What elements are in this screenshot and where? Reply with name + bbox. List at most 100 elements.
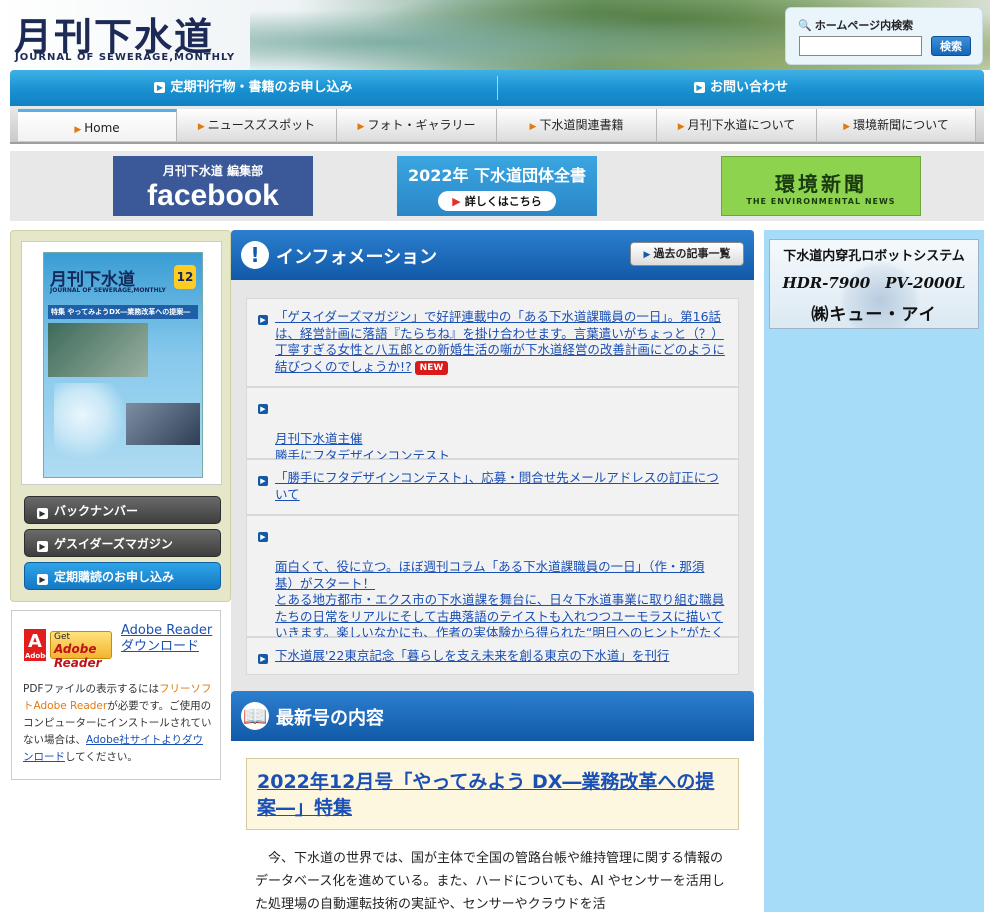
adobe-reader-box: A Adobe Get Adobe Reader Adobe Reader ダウン… — [11, 610, 221, 780]
search-label: 🔍 ホームページ内検索 — [798, 17, 913, 33]
triangle-right-icon: ▶ — [74, 125, 82, 135]
cover-frame: 月刊下水道 JOURNAL OF SEWERAGE,MONTHLY 12 特集 … — [21, 241, 222, 485]
information-title: インフォメーション — [276, 247, 438, 268]
latest-issue-title: 最新号の内容 — [276, 708, 384, 729]
info-link[interactable]: 「ゲスイダーズマガジン」で好評連載中の「ある下水道課職員の一日」。第16話は、経… — [275, 309, 725, 374]
main-nav: ▶ Home ▶ ニュースズスポット ▶ フォト・ギャラリー ▶ 下水道関連書籍 ▶ 月刊… — [10, 106, 984, 144]
triangle-right-icon: ▶ — [197, 122, 205, 132]
info-link[interactable]: 「勝手にフタデザインコンテスト」、応募・問合せ先メールアドレスの訂正について — [275, 470, 719, 502]
open-book-icon: 📖 — [241, 702, 269, 730]
arrow-right-icon: ▶ — [258, 476, 268, 486]
triangle-right-icon: ▶ — [529, 122, 537, 132]
facebook-banner-logo: facebook — [147, 179, 279, 212]
facebook-banner-caption: 月刊下水道 編集部 — [162, 164, 264, 178]
topbar-contact-link[interactable]: ▶ お問い合わせ — [498, 70, 984, 106]
cover-subtitle: JOURNAL OF SEWERAGE,MONTHLY — [50, 287, 166, 294]
search-icon: 🔍 — [798, 19, 812, 32]
dantai-directory-banner[interactable]: 2022年 下水道団体全書 ▶ 詳しくはこちら — [397, 156, 597, 216]
latest-issue-cover[interactable]: 月刊下水道 JOURNAL OF SEWERAGE,MONTHLY 12 特集 … — [43, 252, 203, 478]
subscription-button[interactable]: ▶ 定期購読のお申し込み — [24, 562, 221, 590]
top-menu-bar: ▶ 定期刊行物・書籍のお申し込み ▶ お問い合わせ — [10, 70, 984, 106]
past-articles-label: 過去の記事一覧 — [653, 247, 731, 260]
arrow-right-icon: ▶ — [258, 315, 268, 325]
kankyo-banner-title: 環境新聞 — [775, 172, 867, 196]
list-item: ▶ 面白くて、役に立つ。ほぼ週刊コラム「ある下水道課職員の一日」（作・那須 基）… — [246, 515, 739, 657]
feature-title-link[interactable]: 2022年12月号「やってみよう DX―業務改革への提案―」特集 — [257, 769, 727, 821]
arrow-right-icon: ▶ — [37, 508, 48, 519]
triangle-right-icon: ▶ — [643, 250, 651, 260]
subscription-label: 定期購読のお申し込み — [54, 570, 175, 584]
list-item: ▶ 月刊下水道主催 勝手にフタデザインコンテスト 募集要項と応募用紙をアップいた… — [246, 387, 739, 479]
latest-issue-panel: 2022年12月号「やってみよう DX―業務改革への提案―」特集 今、下水道の世… — [231, 741, 754, 912]
topbar-contact-label: お問い合わせ — [709, 80, 788, 95]
triangle-right-icon: ▶ — [843, 122, 851, 132]
adobe-note-text: PDFファイルの表示するには — [23, 683, 159, 695]
new-badge: NEW — [414, 360, 449, 375]
arrow-right-icon: ▶ — [258, 654, 268, 664]
arrow-right-icon: ▶ — [37, 541, 48, 552]
latest-issue-header: 📖 最新号の内容 — [231, 691, 754, 741]
tab-home-label: Home — [84, 121, 120, 135]
qi-robot-banner[interactable]: 下水道内穿孔ロボットシステム HDR-7900 PV-2000L ㈱キュー・アイ — [769, 239, 979, 329]
topbar-subscription-link[interactable]: ▶ 定期刊行物・書籍のお申し込み — [10, 70, 497, 106]
kankyo-shimbun-banner[interactable]: 環境新聞 THE ENVIRONMENTAL NEWS — [721, 156, 921, 216]
tab-news-spot[interactable]: ▶ ニュースズスポット — [177, 109, 337, 141]
list-item: ▶ 「ゲスイダーズマガジン」で好評連載中の「ある下水道課職員の一日」。第16話は… — [246, 298, 739, 387]
play-icon: ▶ — [452, 195, 461, 208]
facebook-banner[interactable]: 月刊下水道 編集部 facebook — [113, 156, 313, 216]
search-panel: 🔍 ホームページ内検索 検索 — [785, 7, 983, 65]
arrow-right-icon: ▶ — [258, 532, 268, 542]
tab-about-kankyo[interactable]: ▶ 環境新聞について — [817, 109, 976, 141]
adobe-reader-name: Adobe Reader — [54, 642, 102, 670]
adobe-note: PDFファイルの表示するにはフリーソフトAdobe Readerが必要です。ご使… — [23, 681, 213, 766]
back-number-button[interactable]: ▶ バックナンバー — [24, 496, 221, 524]
main-content: ! インフォメーション ▶ 過去の記事一覧 ▶ 「ゲスイダーズマガジン」で好評連載… — [231, 230, 754, 912]
robot-banner-heading: 下水道内穿孔ロボットシステム — [783, 249, 965, 264]
get-label: Get — [54, 632, 71, 642]
info-link[interactable]: 下水道展'22東京記念「暮らしを支え未来を創る東京の下水道」を刊行 — [275, 648, 669, 663]
cover-issue-number: 12 — [174, 265, 196, 289]
list-item: ▶ 下水道展'22東京記念「暮らしを支え未来を創る東京の下水道」を刊行 — [246, 637, 739, 675]
arrow-right-icon: ▶ — [258, 404, 268, 414]
feature-body-text: 今、下水道の世界では、国が主体で全国の管路台帳や維持管理に関する情報のデータベー… — [255, 851, 725, 912]
tab-home[interactable]: ▶ Home — [18, 109, 177, 141]
adobe-reader-download-link[interactable]: Adobe Reader ダウンロード — [121, 623, 220, 655]
triangle-right-icon: ▶ — [357, 122, 365, 132]
tab-books[interactable]: ▶ 下水道関連書籍 — [497, 109, 657, 141]
cover-photo — [126, 403, 200, 445]
cover-feature-band: 特集 やってみようDX―業務改革への提案― — [48, 305, 198, 319]
dantai-details-pill: ▶ 詳しくはこちら — [438, 191, 556, 211]
tab-photo-gallery-label: フォト・ギャラリー — [367, 118, 476, 132]
tab-about-magazine-label: 月刊下水道について — [687, 118, 796, 132]
search-input[interactable] — [799, 36, 922, 56]
search-label-text: ホームページ内検索 — [814, 19, 914, 32]
search-button[interactable]: 検索 — [931, 36, 971, 56]
site-header: 月刊下水道 JOURNAL OF SEWERAGE,MONTHLY 🔍 ホームペー… — [0, 0, 990, 70]
tab-photo-gallery[interactable]: ▶ フォト・ギャラリー — [337, 109, 497, 141]
cover-map-graphic — [54, 383, 124, 463]
adobe-icon: A Adobe — [24, 629, 50, 661]
dantai-details-label: 詳しくはこちら — [464, 195, 542, 208]
topbar-subscription-label: 定期刊行物・書籍のお申し込み — [170, 80, 353, 95]
dantai-banner-title: 2022年 下水道団体全書 — [407, 166, 587, 185]
back-number-label: バックナンバー — [54, 504, 139, 518]
tab-news-spot-label: ニュースズスポット — [207, 118, 316, 132]
left-sidebar: 月刊下水道 JOURNAL OF SEWERAGE,MONTHLY 12 特集 … — [10, 230, 231, 602]
exclamation-icon: ! — [241, 241, 269, 269]
adobe-note-text: してください。 — [65, 751, 138, 763]
adobe-reader-logo[interactable]: A Adobe Get Adobe Reader — [24, 629, 112, 670]
banner-strip: 月刊下水道 編集部 facebook 2022年 下水道団体全書 ▶ 詳しくはこち… — [10, 151, 984, 221]
right-sidebar: 下水道内穿孔ロボットシステム HDR-7900 PV-2000L ㈱キュー・アイ — [764, 230, 984, 912]
tab-about-kankyo-label: 環境新聞について — [853, 118, 949, 132]
list-item: ▶ 「勝手にフタデザインコンテスト」、応募・問合せ先メールアドレスの訂正について — [246, 459, 739, 515]
site-logo-subtitle: JOURNAL OF SEWERAGE,MONTHLY — [15, 52, 236, 63]
information-header: ! インフォメーション ▶ 過去の記事一覧 — [231, 230, 754, 280]
feature-box: 2022年12月号「やってみよう DX―業務改革への提案―」特集 — [246, 758, 739, 830]
tab-about-magazine[interactable]: ▶ 月刊下水道について — [657, 109, 817, 141]
arrow-right-icon: ▶ — [693, 82, 705, 93]
get-adobe-reader-badge: Get Adobe Reader — [50, 631, 112, 670]
robot-banner-models: HDR-7900 PV-2000L — [782, 274, 966, 292]
triangle-right-icon: ▶ — [677, 122, 685, 132]
past-articles-button[interactable]: ▶ 過去の記事一覧 — [630, 242, 744, 266]
gesuiders-magazine-button[interactable]: ▶ ゲスイダーズマガジン — [24, 529, 221, 557]
